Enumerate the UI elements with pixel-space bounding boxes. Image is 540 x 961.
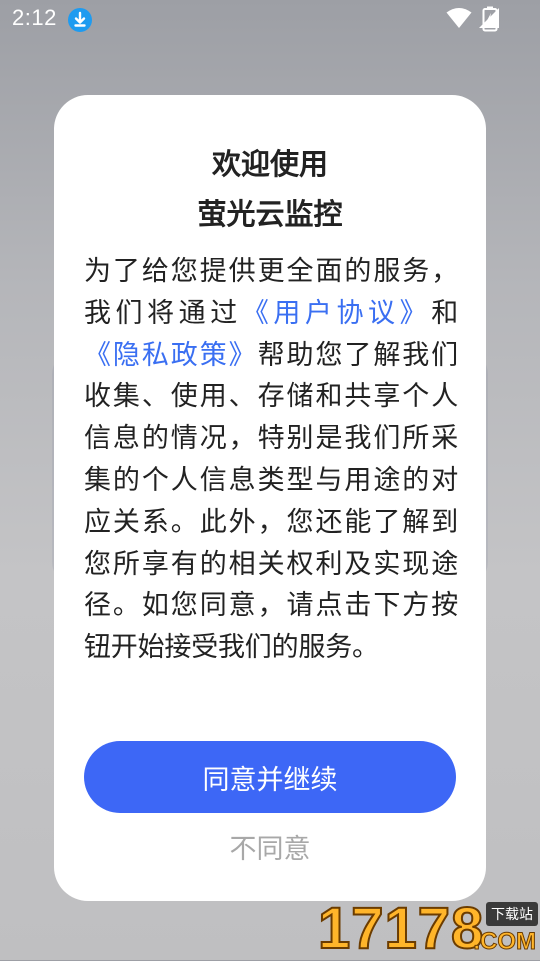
dialog-body: 为了给您提供更全面的服务，我们将通过《用户协议》和《隐私政策》帮助您了解我们收集… [84,251,458,669]
agree-continue-button[interactable]: 同意并继续 [84,741,456,813]
watermark-suffix: .COM [473,928,537,956]
dialog-title-line1: 欢迎使用 [211,147,328,181]
dialog-title-line2: 萤光云监控 [197,197,343,231]
status-time: 2:12 [12,5,57,30]
privacy-policy-link[interactable]: 《隐私政策》 [84,340,258,371]
body-text-and: 和 [431,297,458,329]
download-icon [68,8,92,32]
disagree-button[interactable]: 不同意 [170,823,370,869]
privacy-dialog: 欢迎使用 萤光云监控 为了给您提供更全面的服务，我们将通过《用户协议》和《隐私政… [54,95,486,901]
battery-charging-icon [482,6,498,36]
site-watermark: 17178 下载站 .COM [317,896,540,961]
watermark-digits: 17178 [317,896,485,961]
body-text-rest: 帮助您了解我们收集、使用、存储和共享个人信息的情况，特别是我们所采集的个人信息类… [84,339,458,664]
status-bar: 2:12 [0,0,540,40]
watermark-badge: 下载站 [486,902,538,926]
wifi-icon [446,7,472,33]
user-agreement-link[interactable]: 《用户协议》 [242,298,432,329]
